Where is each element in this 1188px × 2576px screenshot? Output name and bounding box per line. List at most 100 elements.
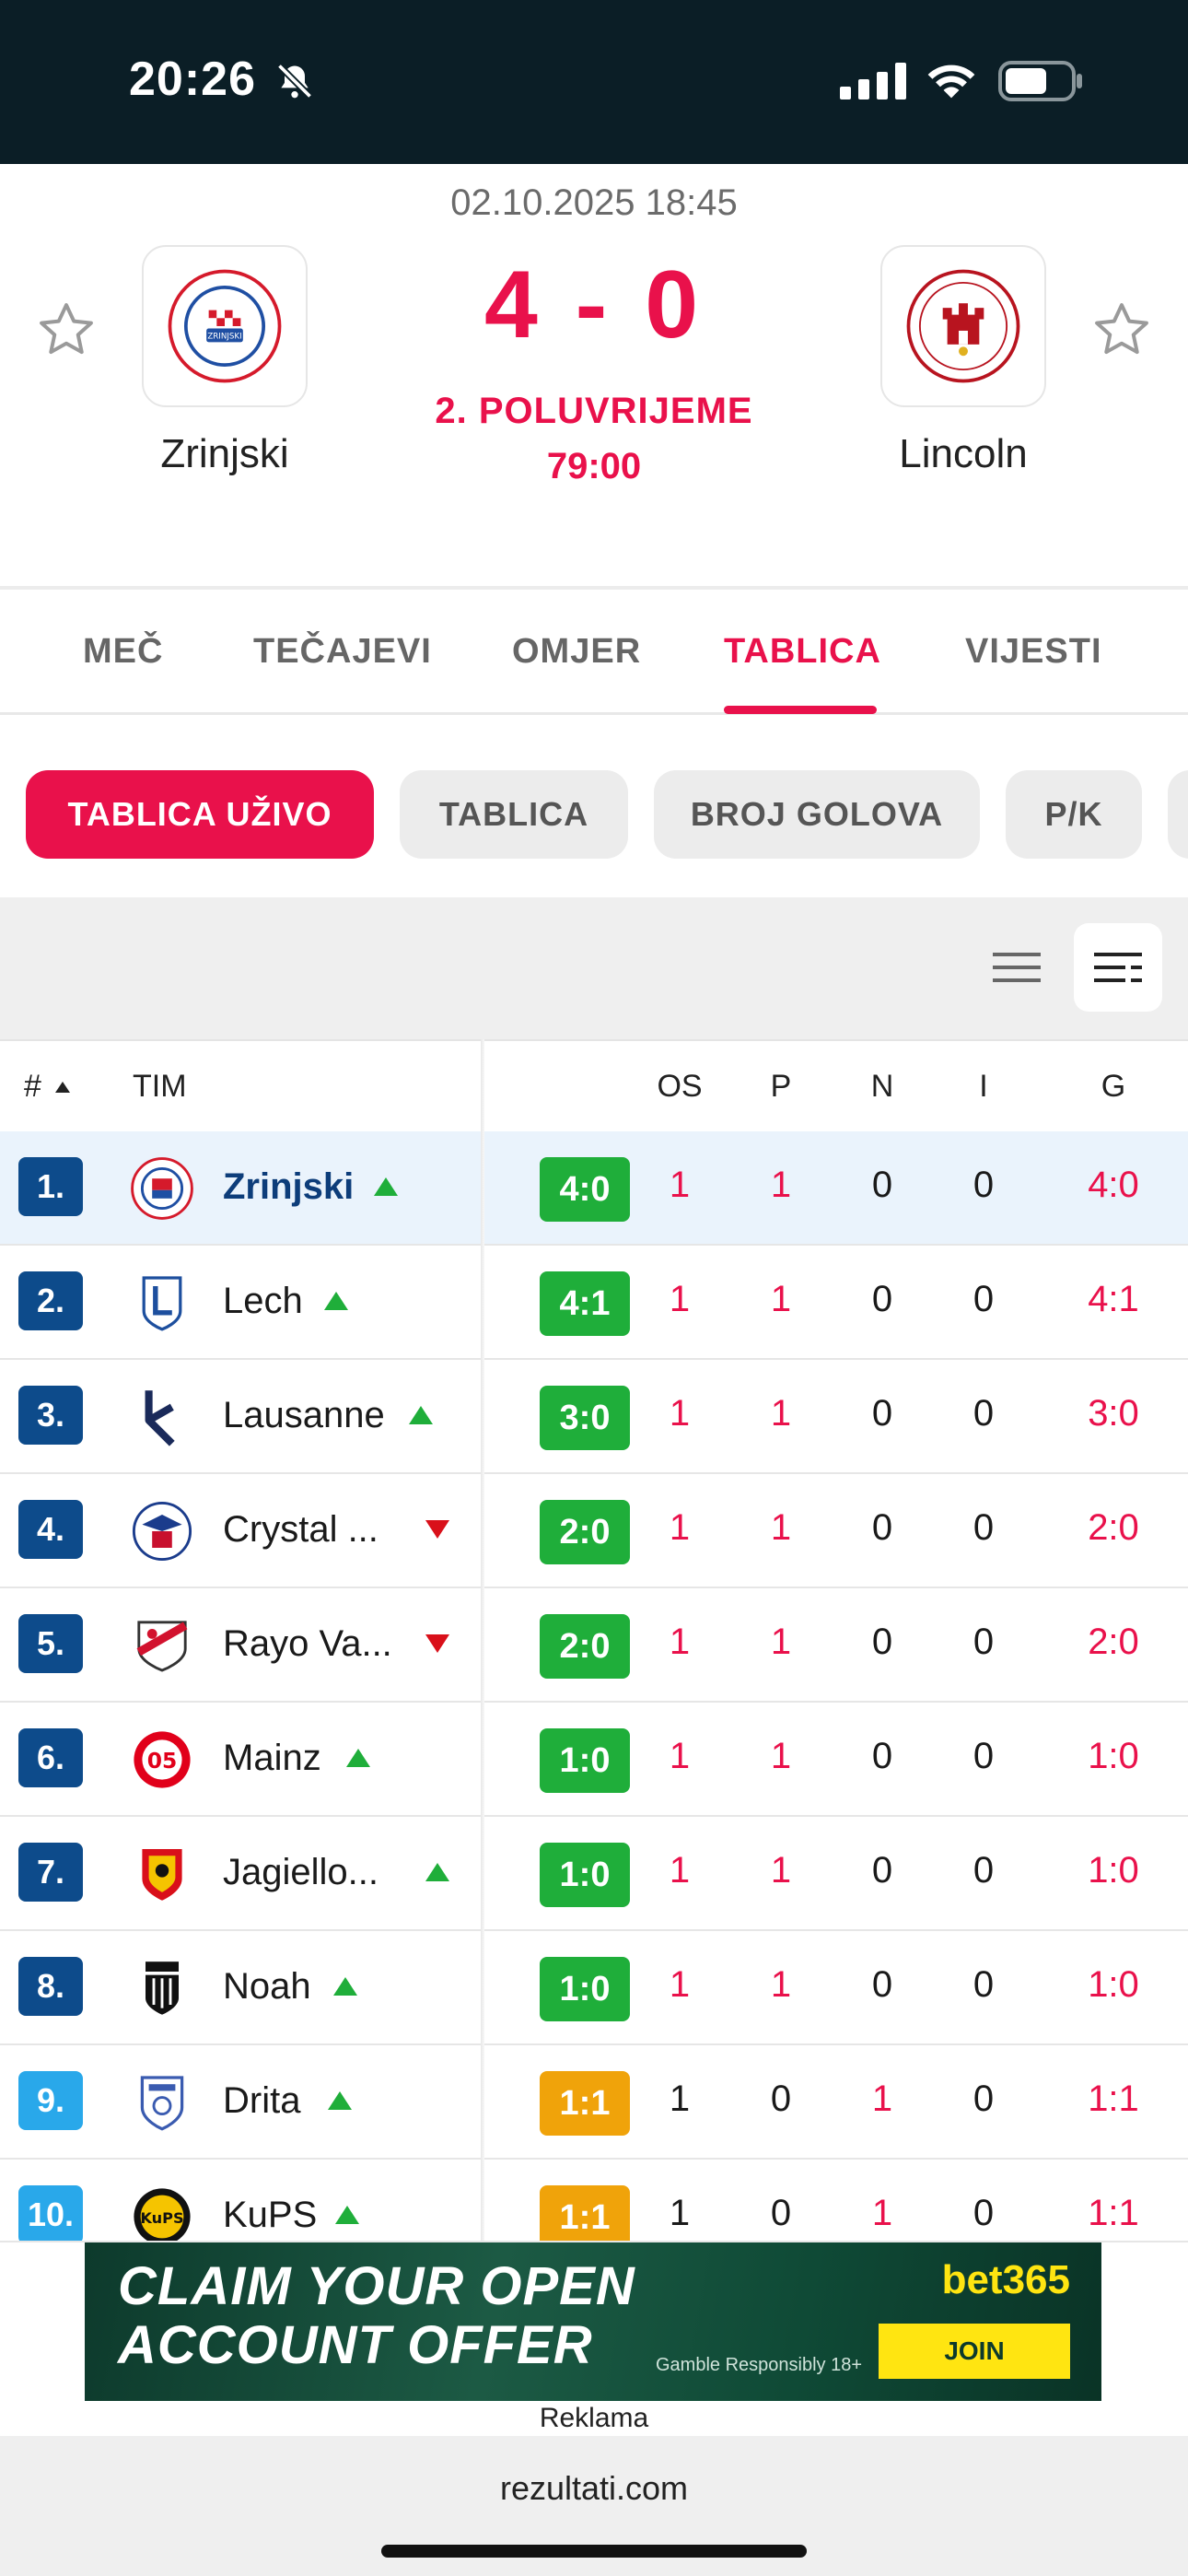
noah-logo-icon: [146, 1961, 179, 2015]
trend-up-icon: [425, 1863, 449, 1881]
table-row[interactable]: 2. Lech 4:1 1 1 0 0 4:1: [0, 1246, 1188, 1360]
won-value: 1: [770, 1736, 792, 1776]
site-url[interactable]: rezultati.com: [0, 2469, 1188, 2508]
ad-join-button[interactable]: JOIN: [879, 2324, 1070, 2379]
drita-logo-icon: [140, 2076, 184, 2131]
won-column-header[interactable]: P: [735, 1069, 827, 1105]
rank-badge: 10.: [18, 2185, 83, 2241]
mainz-logo-icon: 05: [134, 1731, 191, 1788]
table-row[interactable]: 7. Jagiello... 1:0 1 1 0 0 1:0: [0, 1817, 1188, 1931]
table-row[interactable]: 5. Rayo Va... 2:0 1 1 0 0 2:0: [0, 1588, 1188, 1703]
lost-value: 0: [973, 2193, 995, 2233]
pill-more[interactable]: [1168, 770, 1188, 859]
rank-badge: 9.: [18, 2071, 83, 2130]
won-value: 1: [770, 1850, 792, 1891]
played-value: 1: [669, 2078, 691, 2119]
table-filter-pills: TABLICA UŽIVO TABLICA BROJ GOLOVA P/K: [0, 715, 1188, 897]
pill-broj-golova[interactable]: BROJ GOLOVA: [654, 770, 980, 859]
rank-column-header[interactable]: #: [24, 1069, 71, 1105]
played-value: 1: [669, 1393, 691, 1434]
standings-header: # TIM OS P N I G: [0, 1039, 1188, 1131]
draw-value: 0: [871, 1507, 893, 1548]
played-value: 1: [669, 2193, 691, 2233]
goals-value: 1:0: [1088, 1850, 1139, 1891]
match-header: 02.10.2025 18:45 ZRINJSKI Zrinjski 4 - 0…: [0, 164, 1188, 588]
tab-mec[interactable]: MEČ: [83, 632, 163, 672]
lost-value: 0: [973, 1165, 995, 1205]
match-tabs: MEČ TEČAJEVI OMJER TABLICA VIJESTI: [0, 590, 1188, 715]
table-row[interactable]: 4. Crystal ... 2:0 1 1 0 0 2:0: [0, 1474, 1188, 1588]
goals-column-header[interactable]: G: [1054, 1069, 1173, 1105]
table-row[interactable]: 9. Drita 1:1 1 0 1 0 1:1: [0, 2045, 1188, 2160]
ad-container: CLAIM YOUR OPEN ACCOUNT OFFER bet365 JOI…: [0, 2241, 1188, 2436]
team-name: Noah: [223, 1966, 311, 2007]
trend-up-icon: [335, 2206, 359, 2224]
tab-tablica[interactable]: TABLICA: [724, 632, 881, 672]
lausanne-logo-icon: [145, 1390, 175, 1446]
live-score-badge: 4:1: [540, 1271, 630, 1336]
home-indicator[interactable]: [381, 2545, 807, 2558]
table-row[interactable]: 3. Lausanne 3:0 1 1 0 0 3:0: [0, 1360, 1188, 1474]
table-view-toolbar: [0, 897, 1188, 1039]
battery-icon: [998, 61, 1082, 101]
ad-banner[interactable]: CLAIM YOUR OPEN ACCOUNT OFFER bet365 JOI…: [85, 2242, 1101, 2401]
table-row[interactable]: 6. 05 Mainz 1:0 1 1 0 0 1:0: [0, 1703, 1188, 1817]
won-value: 1: [770, 1507, 792, 1548]
tab-vijesti[interactable]: VIJESTI: [965, 632, 1102, 672]
won-value: 1: [770, 1165, 792, 1205]
trend-down-icon: [425, 1634, 449, 1653]
won-value: 1: [770, 1279, 792, 1319]
draw-value: 0: [871, 1393, 893, 1434]
played-value: 1: [669, 1165, 691, 1205]
detailed-view-button[interactable]: [1074, 923, 1162, 1012]
rank-badge: 8.: [18, 1957, 83, 2016]
ad-headline-line2: ACCOUNT OFFER: [118, 2315, 593, 2375]
lech-logo-icon: [142, 1276, 182, 1331]
table-row[interactable]: 1. Zrinjski 4:0 1 1 0 0 4:0: [0, 1131, 1188, 1246]
zrinjski-logo-icon: [131, 1157, 193, 1220]
goals-value: 2:0: [1088, 1507, 1139, 1548]
bell-muted-icon: [276, 63, 313, 100]
live-score-badge: 1:0: [540, 1728, 630, 1793]
team-column-header[interactable]: TIM: [133, 1069, 187, 1105]
trend-up-icon: [328, 2091, 352, 2110]
won-value: 1: [770, 1964, 792, 2005]
lost-column-header[interactable]: I: [938, 1069, 1030, 1105]
lost-value: 0: [973, 2078, 995, 2119]
rank-badge: 1.: [18, 1157, 83, 1216]
trend-up-icon: [409, 1406, 433, 1424]
trend-up-icon: [324, 1292, 348, 1310]
list-compact-icon: [993, 953, 1041, 982]
away-team-logo[interactable]: [880, 245, 1046, 407]
favorite-away-star-icon[interactable]: [1090, 299, 1153, 361]
draw-value: 1: [871, 2193, 893, 2233]
ad-headline-line1: CLAIM YOUR OPEN: [118, 2256, 635, 2316]
pill-tablica-uzivo[interactable]: TABLICA UŽIVO: [26, 770, 374, 859]
rank-badge: 6.: [18, 1728, 83, 1787]
table-row[interactable]: 10. KuPS KuPS 1:1 1 0 1 0 1:1: [0, 2160, 1188, 2241]
draw-value: 0: [871, 1850, 893, 1891]
draw-column-header[interactable]: N: [836, 1069, 928, 1105]
tab-omjer[interactable]: OMJER: [512, 632, 641, 672]
draw-value: 0: [871, 1736, 893, 1776]
played-value: 1: [669, 1622, 691, 1662]
compact-view-button[interactable]: [973, 923, 1061, 1012]
goals-value: 3:0: [1088, 1393, 1139, 1434]
trend-up-icon: [346, 1749, 370, 1767]
active-tab-indicator: [724, 706, 877, 714]
list-detailed-icon: [1094, 953, 1142, 982]
away-team-name[interactable]: Lincoln: [825, 431, 1101, 477]
team-name: Crystal ...: [223, 1509, 379, 1550]
won-value: 0: [770, 2193, 792, 2233]
pill-pk[interactable]: P/K: [1006, 770, 1142, 859]
table-row[interactable]: 8. Noah 1:0 1 1 0 0 1:0: [0, 1931, 1188, 2045]
team-name: Lech: [223, 1281, 303, 1321]
browser-bottom-bar: rezultati.com: [0, 2436, 1188, 2576]
status-bar: 20:26: [0, 0, 1188, 164]
draw-value: 0: [871, 1964, 893, 2005]
svg-text:05: 05: [147, 1748, 178, 1774]
rank-badge: 2.: [18, 1271, 83, 1330]
pill-tablica[interactable]: TABLICA: [400, 770, 628, 859]
played-column-header[interactable]: OS: [634, 1069, 726, 1105]
tab-tecajevi[interactable]: TEČAJEVI: [253, 632, 432, 672]
